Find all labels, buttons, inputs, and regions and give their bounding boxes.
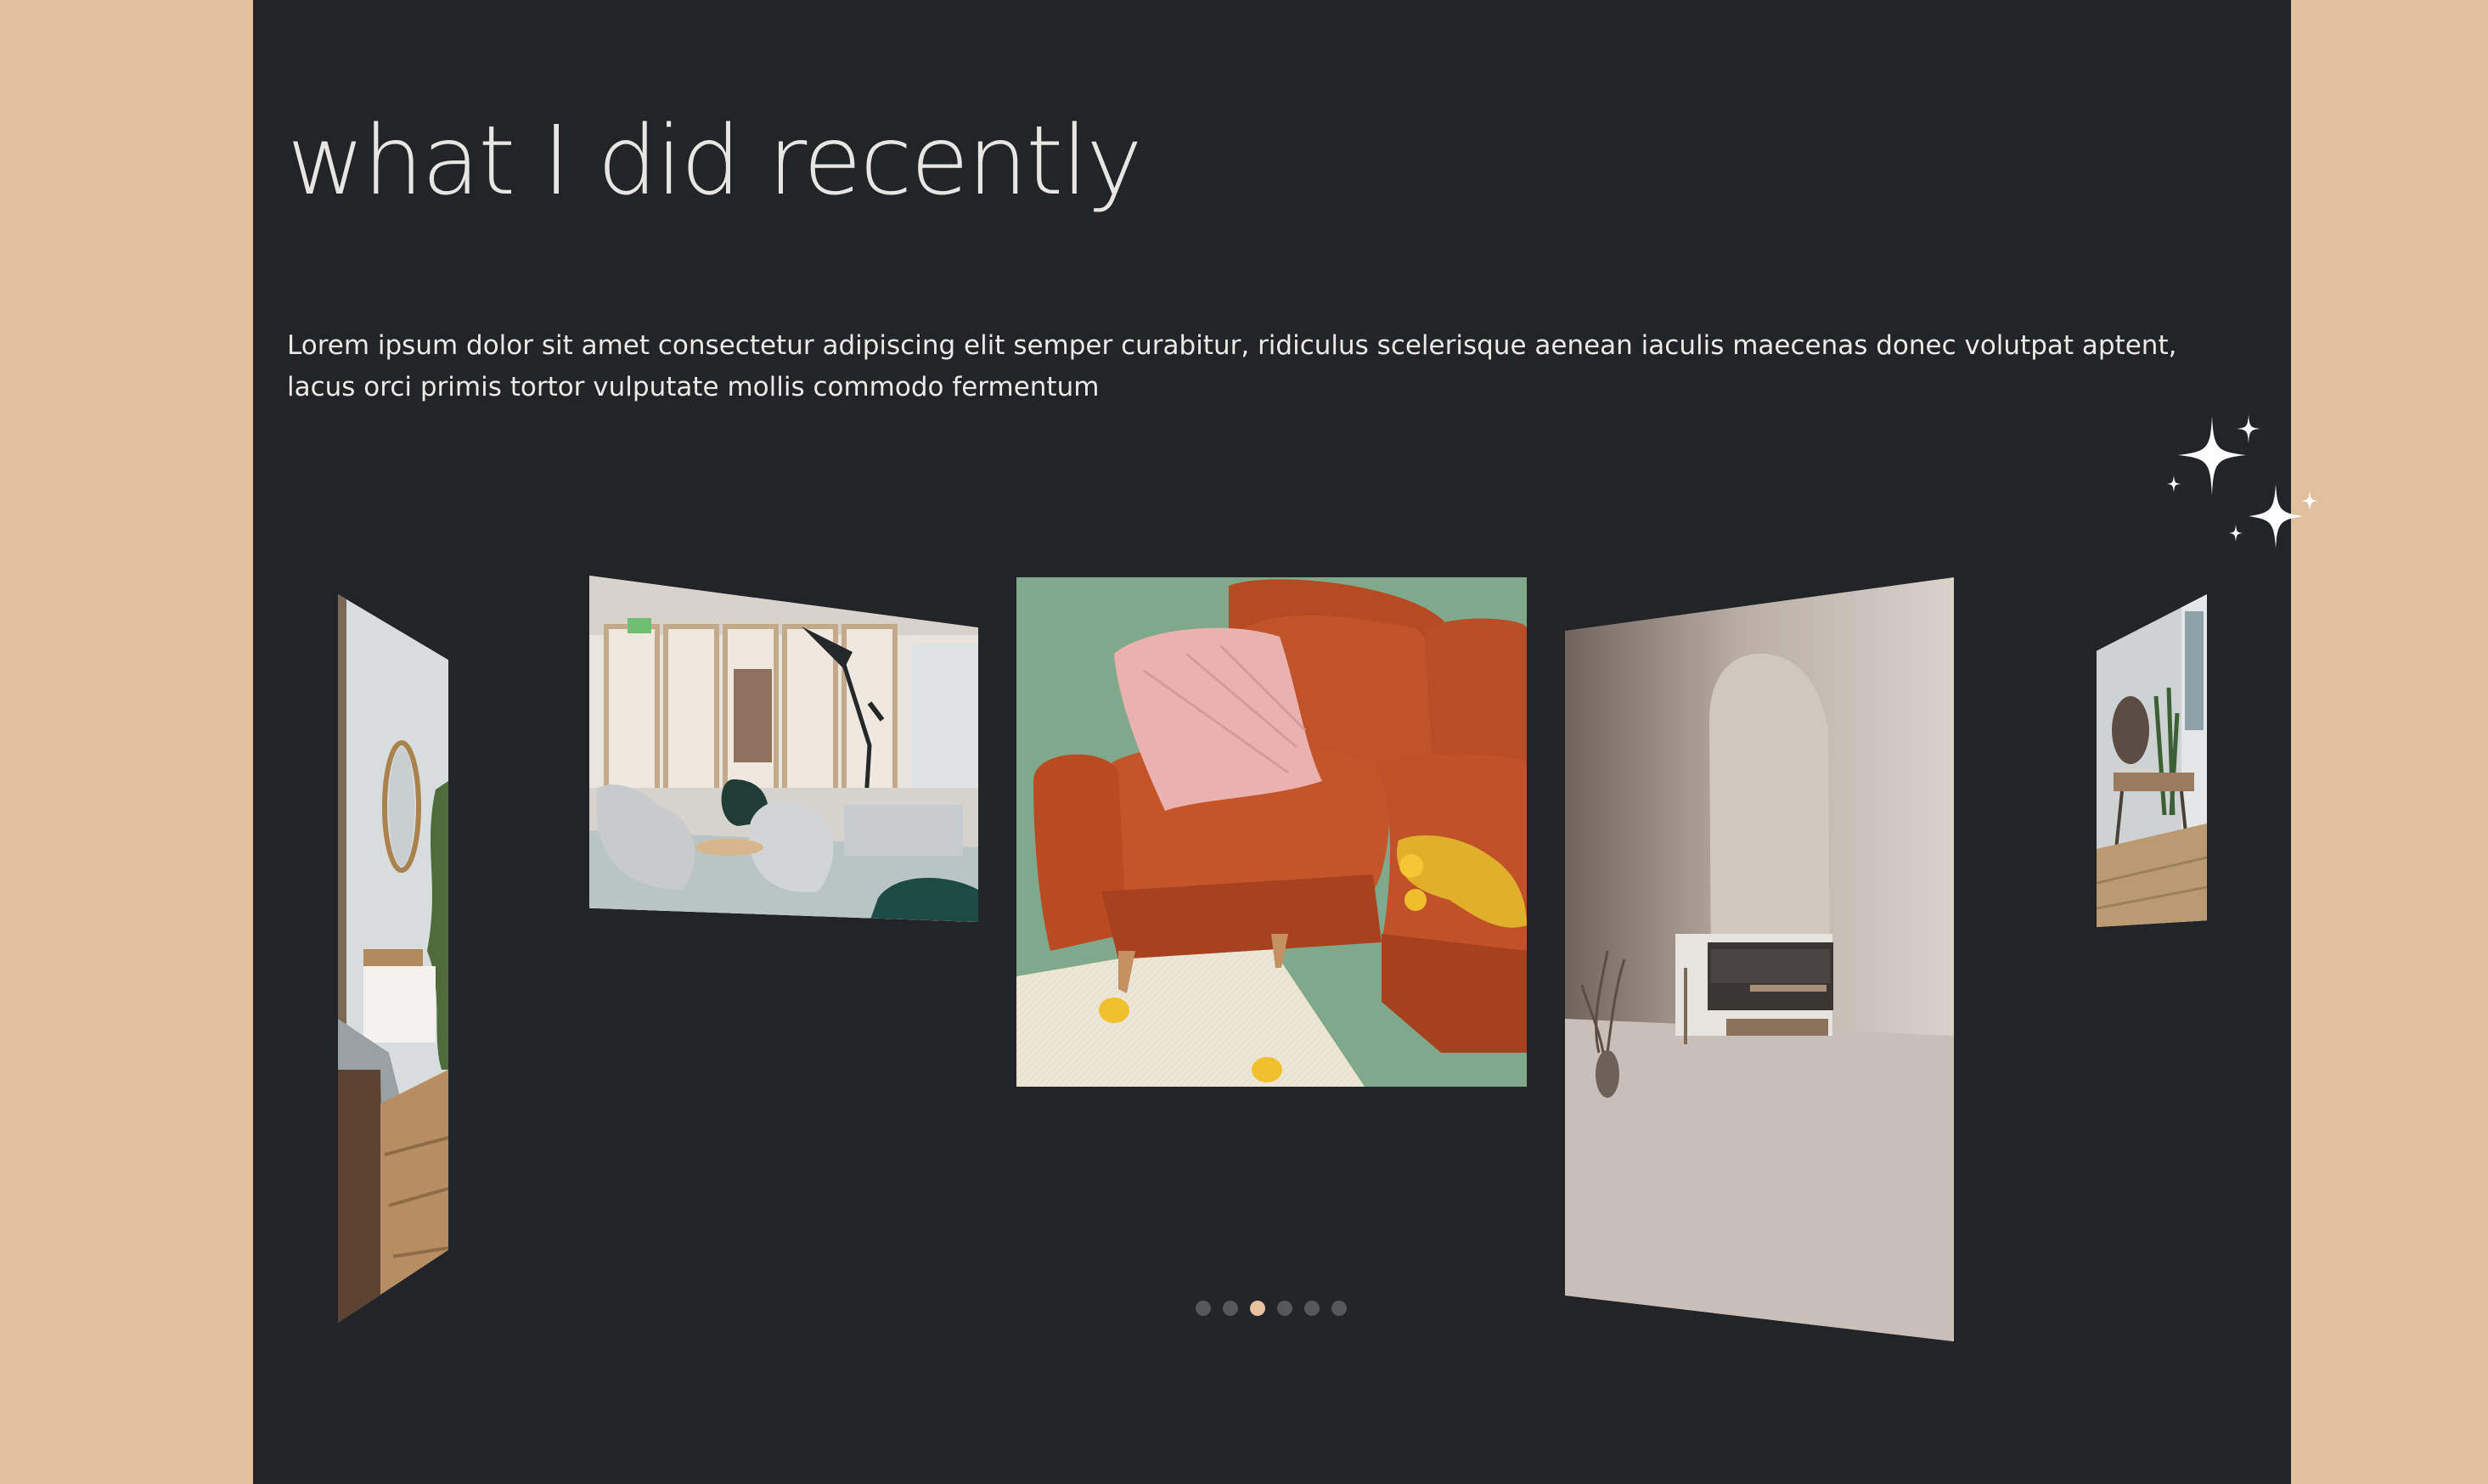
hallway-photo [1565, 577, 1954, 1341]
pagination-dot-4[interactable] [1277, 1301, 1292, 1316]
pagination-dot-2[interactable] [1223, 1301, 1238, 1316]
section-description: Lorem ipsum dolor sit amet consectetur a… [287, 330, 2177, 402]
lounge-photo [589, 576, 978, 922]
carousel-slide-entryway[interactable] [2097, 594, 2207, 927]
pagination-dot-6[interactable] [1331, 1301, 1347, 1316]
sofa-photo [1016, 577, 1527, 1087]
carousel-slide-bedroom[interactable] [338, 594, 448, 1323]
pagination-dot-1[interactable] [1196, 1301, 1211, 1316]
pagination-dot-5[interactable] [1304, 1301, 1320, 1316]
carousel-pagination [1196, 1301, 1347, 1316]
carousel-slide-lounge[interactable] [589, 576, 978, 922]
carousel-slide-sofa[interactable] [1016, 577, 1527, 1087]
sparkles-icon [2167, 414, 2318, 548]
bedroom-photo [338, 594, 448, 1323]
pagination-dot-3-active[interactable] [1250, 1301, 1265, 1316]
section-title: what I did recently [287, 106, 1143, 216]
entryway-photo [2097, 594, 2207, 927]
carousel-slide-hallway[interactable] [1565, 577, 1954, 1341]
